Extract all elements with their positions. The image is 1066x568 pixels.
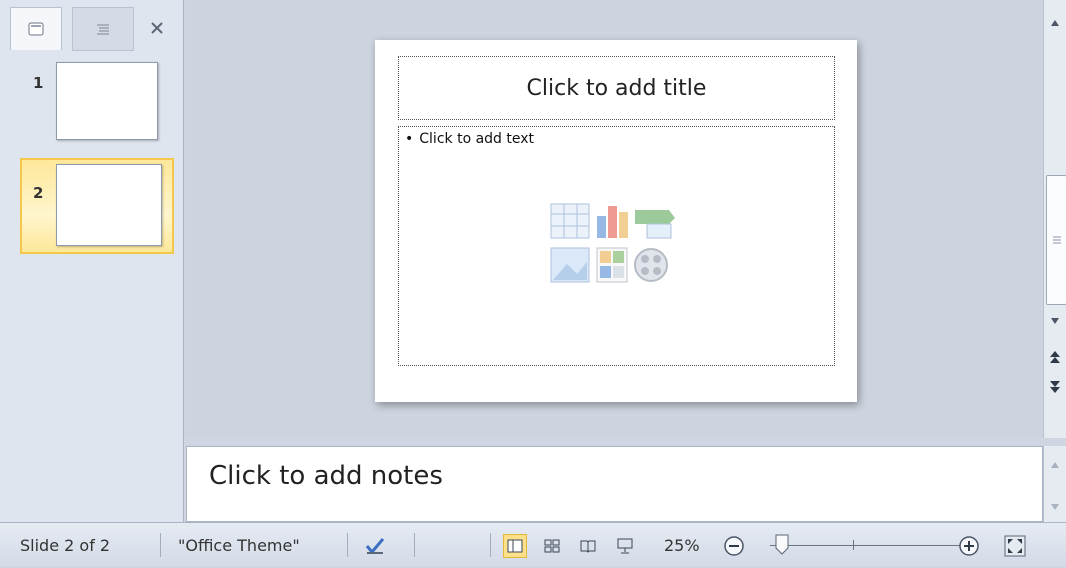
- notes-pane[interactable]: Click to add notes: [186, 446, 1043, 522]
- next-slide-button[interactable]: [1044, 376, 1066, 398]
- zoom-slider-thumb[interactable]: [774, 534, 790, 556]
- close-icon: [151, 22, 163, 34]
- pane-tabs: [10, 7, 180, 51]
- slide-thumbnail-2[interactable]: 2: [20, 158, 174, 254]
- insert-table-icon[interactable]: [550, 203, 590, 239]
- slide-preview: [56, 164, 162, 246]
- slides-tab-icon: [28, 22, 44, 36]
- content-prompt: Click to add text: [419, 131, 535, 147]
- notes-placeholder[interactable]: Click to add notes: [209, 461, 443, 491]
- slide-vertical-scrollbar[interactable]: [1043, 0, 1066, 438]
- divider: [160, 533, 161, 557]
- spell-check-icon: [365, 538, 385, 555]
- scroll-down-icon: [1051, 504, 1059, 510]
- insert-clip-art-icon[interactable]: [596, 247, 628, 283]
- fit-to-window-button[interactable]: [1003, 534, 1027, 558]
- slide-position-indicator[interactable]: Slide 2 of 2: [20, 523, 110, 568]
- notes-scroll-down-button[interactable]: [1044, 496, 1066, 518]
- insert-picture-icon[interactable]: [550, 247, 590, 283]
- zoom-slider-track[interactable]: [770, 545, 960, 546]
- slides-pane: 1 2: [0, 0, 184, 522]
- insert-chart-icon[interactable]: [597, 206, 628, 238]
- zoom-in-icon: [959, 536, 979, 556]
- normal-view-button[interactable]: [503, 534, 527, 558]
- slideshow-view-button[interactable]: [613, 534, 637, 558]
- insert-media-icon[interactable]: [634, 248, 668, 282]
- zoom-center-tick: [853, 540, 854, 550]
- outline-tab-icon: [97, 24, 109, 35]
- slide-number: 2: [33, 184, 44, 202]
- double-down-icon: [1050, 381, 1060, 393]
- scroll-up-button[interactable]: [1044, 12, 1066, 34]
- divider: [490, 533, 491, 557]
- divider: [414, 533, 415, 557]
- tab-outline[interactable]: [72, 7, 134, 51]
- content-placeholder[interactable]: • Click to add text: [398, 126, 835, 366]
- slider-thumb-icon: [775, 534, 789, 555]
- scroll-down-button[interactable]: [1044, 310, 1066, 332]
- double-up-icon: [1050, 351, 1060, 363]
- scroll-up-icon: [1051, 462, 1059, 468]
- previous-slide-button[interactable]: [1044, 346, 1066, 368]
- tab-slides[interactable]: [10, 7, 62, 50]
- zoom-out-button[interactable]: [722, 534, 746, 558]
- insert-content-icons: [550, 203, 675, 283]
- zoom-level[interactable]: 25%: [664, 523, 700, 568]
- slide-sorter-view-button[interactable]: [540, 534, 564, 558]
- notes-scrollbar[interactable]: [1043, 446, 1066, 522]
- slide-preview: [56, 62, 158, 140]
- slide-sorter-icon: [544, 539, 560, 553]
- theme-name[interactable]: "Office Theme": [178, 523, 300, 568]
- notes-scroll-up-button[interactable]: [1044, 454, 1066, 476]
- zoom-out-icon: [724, 536, 744, 556]
- slide-number: 1: [33, 74, 44, 92]
- reading-view-button[interactable]: [576, 534, 600, 558]
- title-placeholder[interactable]: Click to add title: [398, 56, 835, 120]
- status-bar: Slide 2 of 2 "Office Theme" 25%: [0, 522, 1066, 567]
- fit-to-window-icon: [1004, 535, 1026, 557]
- zoom-in-button[interactable]: [957, 534, 981, 558]
- content-placeholder-text: • Click to add text: [405, 131, 535, 147]
- scroll-up-icon: [1051, 20, 1059, 26]
- divider: [347, 533, 348, 557]
- slideshow-icon: [617, 538, 633, 554]
- close-pane-button[interactable]: [134, 7, 180, 49]
- normal-view-icon: [507, 539, 523, 553]
- insert-smartart-icon[interactable]: [635, 210, 675, 239]
- grip-icon: [1052, 236, 1061, 244]
- scrollbar-thumb[interactable]: [1046, 175, 1066, 305]
- spell-check-button[interactable]: [363, 534, 387, 558]
- reading-view-icon: [580, 540, 596, 553]
- scroll-down-icon: [1051, 318, 1059, 324]
- slide-thumbnail-1[interactable]: 1: [20, 58, 170, 150]
